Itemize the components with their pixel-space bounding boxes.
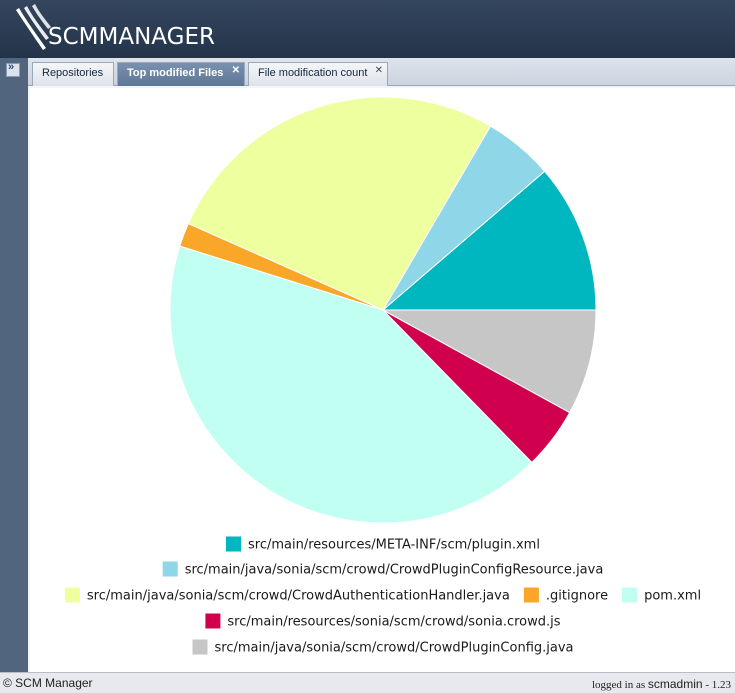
- tab-label: File modification count: [258, 67, 368, 79]
- legend-label: src/main/resources/sonia/scm/crowd/sonia…: [227, 615, 560, 630]
- legend-label: src/main/java/sonia/scm/crowd/CrowdPlugi…: [215, 641, 574, 656]
- legend-swatch: [64, 587, 80, 603]
- legend-label: pom.xml: [644, 589, 701, 604]
- close-icon[interactable]: ✕: [232, 61, 240, 81]
- expand-panel-button[interactable]: »: [6, 61, 20, 77]
- legend-label: src/main/resources/META-INF/scm/plugin.x…: [248, 538, 540, 553]
- legend-swatch: [162, 561, 178, 577]
- app-header: SCMMANAGER: [0, 0, 735, 58]
- logged-in-label: logged in as: [591, 679, 646, 691]
- tab-top-modified-files[interactable]: Top modified Files ✕: [117, 62, 245, 86]
- username: scmadmin: [647, 677, 703, 691]
- legend-swatch: [622, 587, 638, 603]
- legend-swatch: [226, 536, 241, 552]
- legend-label: src/main/java/sonia/scm/crowd/CrowdPlugi…: [185, 563, 604, 578]
- collapsed-west-panel: [0, 58, 28, 672]
- close-icon[interactable]: ✕: [375, 61, 383, 81]
- login-status: logged in as scmadmin - 1.23: [592, 677, 731, 691]
- tab-label: Top modified Files: [127, 67, 224, 79]
- double-chevron-right-icon: »: [8, 61, 15, 73]
- brand-name: SCMMANAGER: [48, 24, 215, 50]
- legend-swatch: [523, 587, 539, 603]
- legend-label: src/main/java/sonia/scm/crowd/CrowdAuthe…: [87, 589, 510, 604]
- legend-swatch: [205, 613, 221, 629]
- tab-label: Repositories: [42, 67, 104, 79]
- copyright-text: © SCM Manager: [3, 676, 93, 690]
- pie-chart: src/main/resources/META-INF/scm/plugin.x…: [64, 96, 701, 656]
- status-bar: © SCM Manager logged in as scmadmin - 1.…: [0, 672, 735, 693]
- legend-swatch: [192, 639, 208, 655]
- chart-panel: src/main/resources/META-INF/scm/plugin.x…: [30, 88, 735, 672]
- legend-label: .gitignore: [546, 589, 608, 604]
- tab-repositories[interactable]: Repositories: [32, 62, 114, 86]
- tab-file-modification-count[interactable]: File modification count ✕: [248, 62, 388, 86]
- tab-strip: Repositories Top modified Files ✕ File m…: [28, 58, 735, 86]
- version-label: - 1.23: [705, 679, 731, 691]
